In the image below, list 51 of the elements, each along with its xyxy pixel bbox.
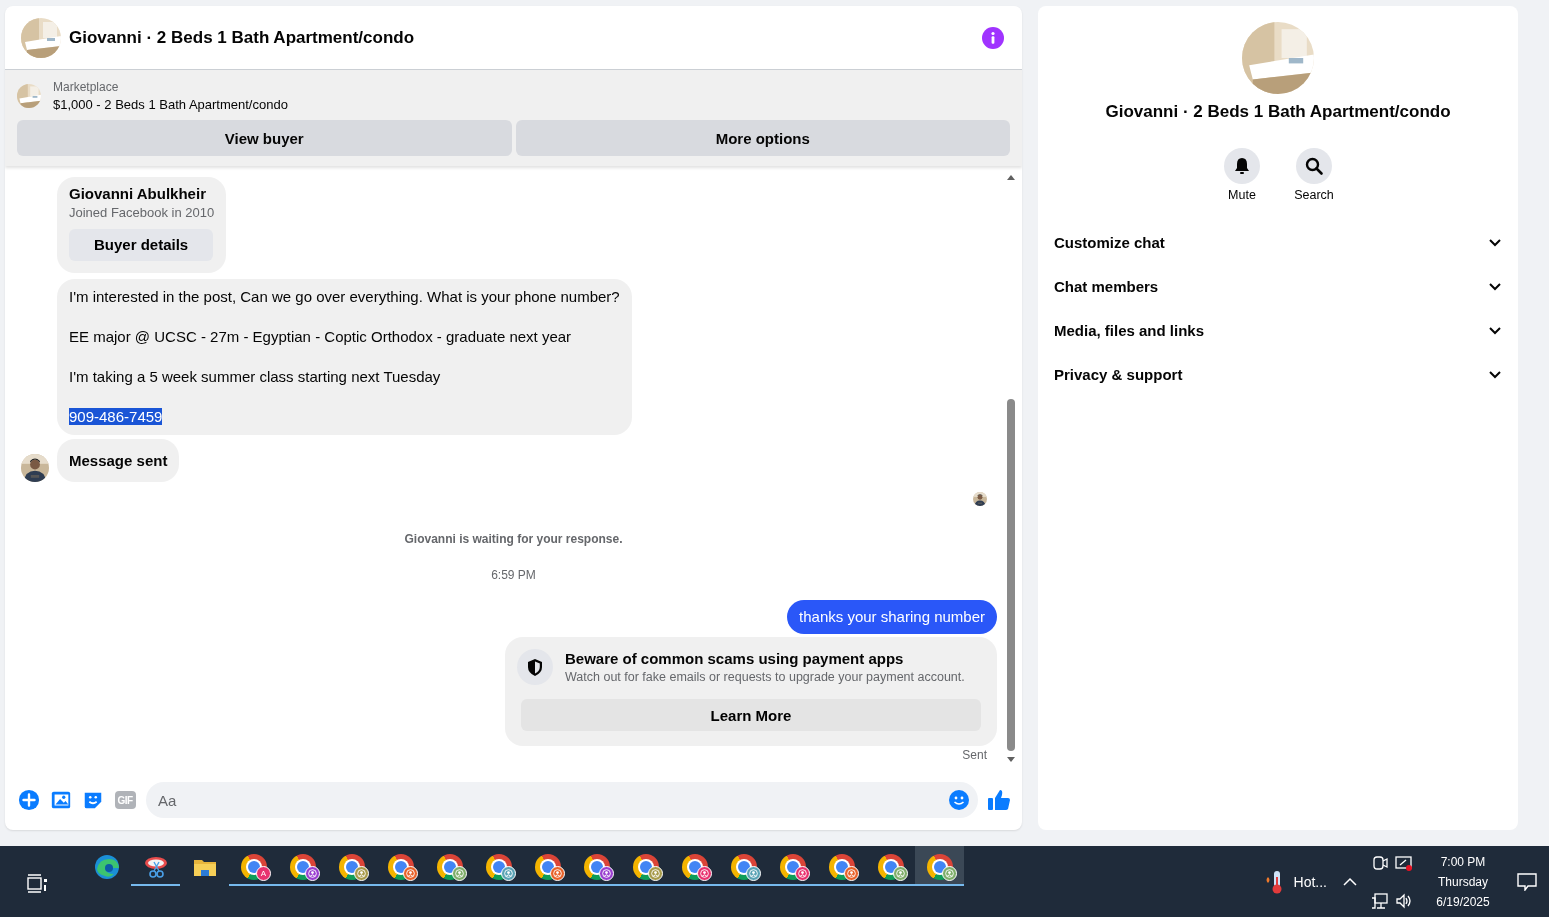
bell-icon (1232, 156, 1252, 176)
listing-summary: $1,000 - 2 Beds 1 Bath Apartment/condo (53, 96, 288, 114)
network-icon[interactable] (1371, 891, 1389, 910)
listing-action-button[interactable]: More options (515, 120, 1010, 156)
image-icon (50, 789, 72, 811)
info-icon[interactable] (982, 26, 1004, 49)
settings-section[interactable]: Privacy & support (1046, 352, 1510, 396)
clock[interactable]: 7:00 PM Thursday 6/19/2025 (1431, 854, 1495, 909)
clock-day: Thursday (1438, 874, 1488, 889)
settings-section[interactable]: Customize chat (1046, 220, 1510, 264)
joined-text: Joined Facebook in 2010 (69, 204, 215, 222)
camera-icon[interactable] (1371, 853, 1389, 872)
search-icon (1304, 156, 1324, 176)
thumbs-up-icon[interactable] (986, 787, 1012, 813)
sent-status: Sent (962, 748, 987, 762)
learn-more-button[interactable]: Learn More (521, 699, 981, 731)
warning-text: Watch out for fake emails or requests to upgrade your payment account. (565, 669, 965, 685)
timestamp: 6:59 PM (491, 568, 536, 582)
message-text: I'm interested in the post, Can we go over everything. What is your phone number? (69, 287, 620, 307)
buyer-name: Giovanni Abulkheir (69, 185, 207, 203)
profile-badge: A (256, 866, 271, 881)
volume-icon[interactable] (1395, 891, 1413, 910)
settings-section[interactable]: Media, files and links (1046, 308, 1510, 352)
clock-time: 7:00 PM (1440, 854, 1486, 869)
sent-message-bubble: thanks your sharing number (787, 600, 997, 634)
taskbar-app[interactable]: A (229, 846, 278, 886)
message-text: EE major @ UCSC - 27m - Egyptian - Coptic Orthodox - graduate next year (69, 327, 573, 347)
clock-date: 6/19/2025 (1436, 894, 1490, 909)
notifications-icon[interactable] (1517, 872, 1537, 891)
chat-title: Giovanni · 2 Beds 1 Bath Apartment/condo (69, 27, 416, 48)
weather-text[interactable]: Hot... (1293, 873, 1327, 890)
edge-icon (93, 854, 120, 880)
task-view-icon[interactable] (26, 874, 50, 894)
message-bubble: Message sent (57, 439, 180, 482)
warning-title: Beware of common scams using payment apps (565, 649, 905, 669)
waiting-notice: Giovanni is waiting for your response. (404, 532, 623, 546)
conversation-title: Giovanni · 2 Beds 1 Bath Apartment/condo (1105, 102, 1451, 122)
screen-icon[interactable] (1395, 853, 1413, 872)
listing-source: Marketplace (53, 79, 120, 96)
taskbar-app[interactable] (915, 846, 964, 886)
chevron-up-icon[interactable] (1343, 876, 1357, 887)
shield-icon (517, 649, 553, 685)
message-text: I'm taking a 5 week summer class starting next Tuesday (69, 367, 442, 387)
message-input[interactable]: Aa (146, 782, 978, 818)
settings-section[interactable]: Chat members (1046, 264, 1510, 308)
message-text: 909-486-7459 (69, 407, 164, 427)
scissors-icon (142, 854, 169, 880)
emoji-icon[interactable] (948, 789, 970, 811)
listing-action-button[interactable]: View buyer (17, 120, 512, 156)
buyer-details-button[interactable]: Buyer details (69, 229, 214, 261)
plus-icon (18, 789, 40, 811)
